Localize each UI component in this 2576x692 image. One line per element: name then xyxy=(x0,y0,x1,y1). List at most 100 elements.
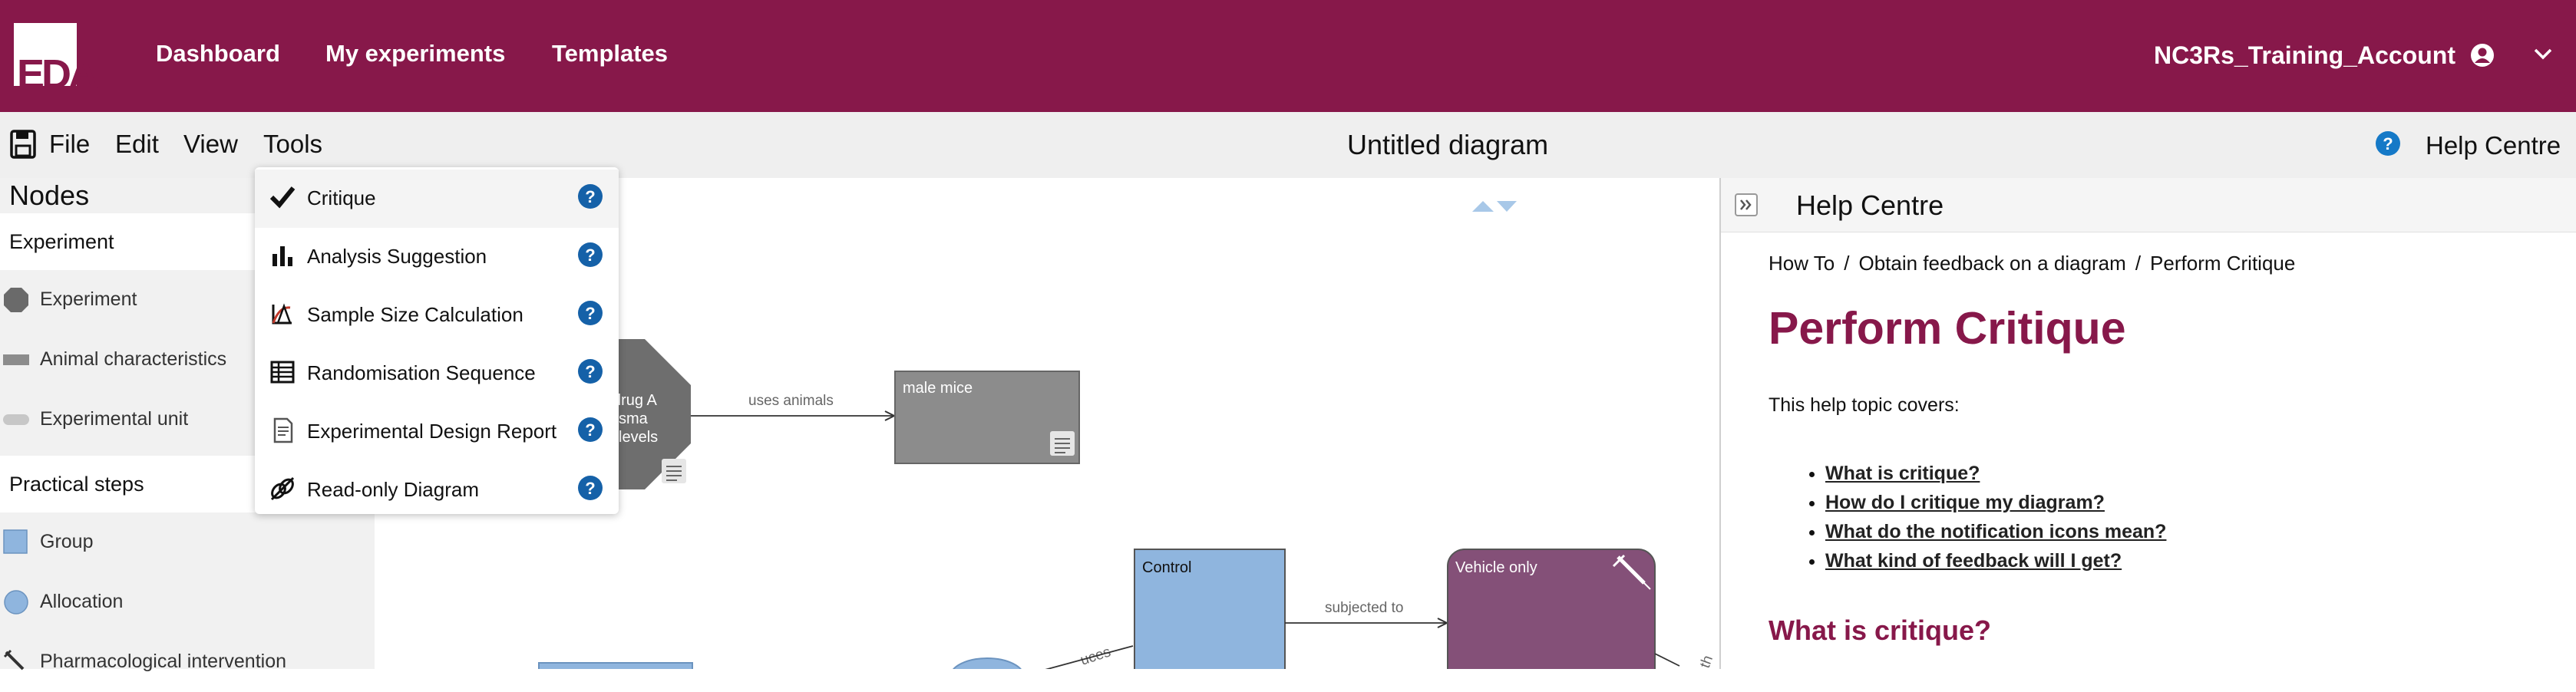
bar-chart-icon xyxy=(272,246,292,266)
eda-logo[interactable]: EDA xyxy=(14,23,107,95)
rectangle-node-icon xyxy=(3,354,29,365)
control-label: Control xyxy=(1142,559,1191,576)
note-icon[interactable] xyxy=(1050,431,1075,456)
unlink-icon xyxy=(270,476,295,501)
list-item: What kind of feedback will I get? xyxy=(1825,546,2166,575)
palette-section-label: Practical steps xyxy=(9,473,144,496)
topic-link[interactable]: What kind of feedback will I get? xyxy=(1825,550,2122,572)
palette-item-group[interactable]: Group xyxy=(0,512,375,572)
palette-item-allocation[interactable]: Allocation xyxy=(0,572,375,632)
save-icon[interactable] xyxy=(9,129,37,160)
account-name[interactable]: NC3Rs_Training_Account xyxy=(2154,40,2455,71)
topic-link[interactable]: What is critique? xyxy=(1825,463,1980,484)
tools-item-label: Analysis Suggestion xyxy=(307,245,487,268)
tools-item-label: Sample Size Calculation xyxy=(307,303,523,326)
menu-tools[interactable]: Tools xyxy=(263,129,322,160)
nav-dashboard[interactable]: Dashboard xyxy=(156,38,280,69)
svg-text:?: ? xyxy=(2383,134,2393,153)
page-title: Perform Critique xyxy=(1769,303,2126,354)
breadcrumb-item[interactable]: How To xyxy=(1769,252,1835,275)
diagram-title[interactable]: Untitled diagram xyxy=(1347,129,1548,161)
help-panel-title: Help Centre xyxy=(1796,189,1944,221)
help-centre-panel: Help Centre How To / Obtain feedback on a … xyxy=(1719,178,2576,669)
topic-link[interactable]: What do the notification icons mean? xyxy=(1825,521,2166,542)
checkmark-icon xyxy=(269,186,296,209)
help-question-icon[interactable]: ? xyxy=(577,300,603,326)
tools-item-analysis-suggestion[interactable]: Analysis Suggestion ? xyxy=(255,228,619,286)
tools-item-experimental-design-report[interactable]: Experimental Design Report ? xyxy=(255,403,619,461)
nav-templates[interactable]: Templates xyxy=(552,38,668,69)
breadcrumb-current: Perform Critique xyxy=(2150,252,2296,275)
palette-item-pharmacological-intervention[interactable]: Pharmacological intervention xyxy=(0,632,375,692)
topic-link-list: What is critique? How do I critique my d… xyxy=(1784,459,2166,575)
list-item: What do the notification icons mean? xyxy=(1825,517,2166,546)
tools-item-randomisation-sequence[interactable]: Randomisation Sequence ? xyxy=(255,344,619,403)
palette-item-label: Group xyxy=(40,531,94,552)
male-mice-node[interactable]: male mice xyxy=(894,371,1080,464)
scroll-arrows-icon[interactable] xyxy=(1472,201,1517,212)
palette-item-label: Pharmacological intervention xyxy=(40,651,287,672)
help-question-icon[interactable]: ? xyxy=(2375,130,2401,157)
nav-my-experiments[interactable]: My experiments xyxy=(325,38,505,69)
svg-text:?: ? xyxy=(585,304,595,323)
table-icon xyxy=(270,361,295,384)
sample-size-icon xyxy=(272,303,292,325)
menu-file[interactable]: File xyxy=(49,129,90,160)
pill-node-icon xyxy=(3,414,29,425)
svg-text:?: ? xyxy=(585,479,595,498)
edge-vehicle-partial[interactable] xyxy=(1654,653,1680,667)
square-node-icon xyxy=(3,529,28,554)
experiment-node-line-2: sma xyxy=(619,410,649,427)
user-circle-icon[interactable] xyxy=(2470,43,2495,68)
menu-view[interactable]: View xyxy=(183,129,238,160)
edge-label-subjected-to: subjected to xyxy=(1325,600,1403,616)
list-item: What is critique? xyxy=(1825,459,2166,488)
note-icon[interactable] xyxy=(662,459,686,483)
tools-item-critique[interactable]: Critique ? xyxy=(255,170,619,228)
help-question-icon[interactable]: ? xyxy=(577,242,603,268)
vehicle-only-node[interactable]: Vehicle only xyxy=(1447,549,1656,688)
help-question-icon[interactable]: ? xyxy=(577,183,603,209)
edge-label-partial-right: th xyxy=(1697,654,1716,669)
octagon-node-icon xyxy=(4,288,28,312)
edge-allocation-control[interactable] xyxy=(1019,645,1134,677)
collapse-panel-icon[interactable] xyxy=(1735,193,1758,216)
palette-item-label: Experiment xyxy=(40,288,137,310)
tools-dropdown-menu: Critique ? Analysis Suggestion ? Sample … xyxy=(255,167,619,514)
help-question-icon[interactable]: ? xyxy=(577,358,603,384)
list-item: How do I critique my diagram? xyxy=(1825,488,2166,517)
help-question-icon[interactable]: ? xyxy=(577,417,603,443)
topic-link[interactable]: How do I critique my diagram? xyxy=(1825,492,2105,513)
group-node-partial[interactable] xyxy=(538,662,693,679)
breadcrumb: How To / Obtain feedback on a diagram / Perf… xyxy=(1769,252,2296,275)
help-centre-link[interactable]: Help Centre xyxy=(2426,130,2561,161)
tools-item-label: Randomisation Sequence xyxy=(307,361,536,384)
menu-edit[interactable]: Edit xyxy=(115,129,159,160)
breadcrumb-item[interactable]: Obtain feedback on a diagram xyxy=(1858,252,2125,275)
svg-text:?: ? xyxy=(585,187,595,206)
help-panel-header: Help Centre xyxy=(1721,178,2576,232)
palette-item-label: Allocation xyxy=(40,591,124,612)
top-navigation-bar: EDA Dashboard My experiments Templates N… xyxy=(0,0,2576,112)
section-heading: What is critique? xyxy=(1769,615,1992,646)
svg-text:?: ? xyxy=(585,245,595,265)
report-icon xyxy=(273,417,293,443)
svg-text:?: ? xyxy=(585,420,595,440)
svg-text:?: ? xyxy=(585,362,595,381)
tools-item-read-only-diagram[interactable]: Read-only Diagram ? xyxy=(255,461,619,519)
allocation-node-partial[interactable] xyxy=(949,657,1025,692)
circle-node-icon xyxy=(4,590,28,615)
tools-item-label: Critique xyxy=(307,186,376,209)
help-question-icon[interactable]: ? xyxy=(577,475,603,501)
palette-section-label: Experiment xyxy=(9,230,114,253)
experiment-node-line-3: levels xyxy=(619,429,658,446)
edge-label-uses-animals: uses animals xyxy=(748,393,834,409)
palette-item-label: Experimental unit xyxy=(40,408,189,430)
palette-title: Nodes xyxy=(9,180,90,211)
control-group-node[interactable]: Control xyxy=(1134,549,1286,688)
tools-item-label: Read-only Diagram xyxy=(307,478,479,501)
chevron-down-icon[interactable] xyxy=(2533,46,2553,61)
logo-text: EDA xyxy=(17,51,98,97)
tools-item-sample-size-calculation[interactable]: Sample Size Calculation ? xyxy=(255,286,619,344)
tools-item-label: Experimental Design Report xyxy=(307,420,557,443)
